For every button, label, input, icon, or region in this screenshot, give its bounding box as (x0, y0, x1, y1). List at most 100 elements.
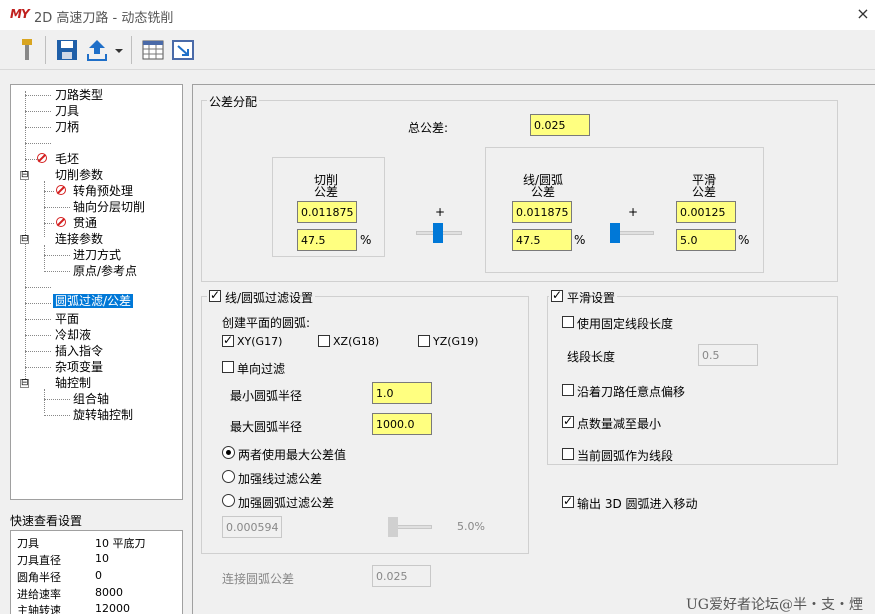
one-way-checkbox[interactable] (222, 361, 234, 373)
plus-label: + (435, 205, 446, 219)
tree-item-toolpath-type[interactable]: 刀路类型 (55, 88, 103, 102)
radio-both-max-label: 两者使用最大公差值 (238, 448, 347, 462)
close-button[interactable]: × (852, 2, 874, 26)
parameter-tree[interactable]: 刀路类型 刀具 刀柄 毛坯 ⊟ 切削参数 转角预处理 轴向分层切削 贯通 ⊟ 连… (10, 84, 183, 500)
output-3d-label: 输出 3D 圆弧进入移动 (577, 497, 698, 511)
tree-item-coolant[interactable]: 冷却液 (55, 328, 91, 342)
quickview-key: 刀具直径 (17, 554, 61, 567)
quickview-value: 12000 (95, 602, 130, 614)
tree-item-tool[interactable]: 刀具 (55, 104, 79, 118)
cut-line-arc-slider[interactable] (433, 223, 443, 243)
percent-label: % (574, 233, 586, 247)
quickview-label: 快速查看设置 (10, 514, 83, 528)
tree-item-axis-combination[interactable]: 组合轴 (73, 392, 109, 406)
tree-item-arc-filter[interactable]: 圆弧过滤/公差 (53, 294, 134, 308)
quickview-key: 圆角半径 (17, 571, 61, 584)
xy-label: XY(G17) (237, 335, 283, 348)
resize-icon[interactable] (170, 37, 196, 63)
tree-item-cut-params[interactable]: 切削参数 (55, 168, 103, 182)
tree-item-planes[interactable]: 平面 (55, 312, 79, 326)
title-bar: MY 2D 高速刀路 - 动态铣削 × (0, 0, 875, 30)
save-icon[interactable] (54, 37, 80, 63)
line-arc-tolerance-label: 线/圆弧 公差 (523, 173, 564, 199)
smooth-tolerance-input[interactable] (676, 201, 736, 223)
radio-both-max[interactable] (222, 446, 235, 459)
tree-item-linking[interactable]: 连接参数 (55, 232, 103, 246)
toolbar (0, 30, 875, 70)
connect-arc-tolerance-label: 连接圆弧公差 (222, 572, 295, 586)
collapse-icon[interactable]: ⊟ (20, 171, 29, 180)
offset-any-label: 沿着刀路任意点偏移 (577, 385, 686, 399)
output-3d-checkbox[interactable] (562, 494, 574, 508)
tree-item-depth-cuts[interactable]: 轴向分层切削 (73, 200, 145, 214)
offset-any-checkbox[interactable] (562, 384, 574, 396)
window-title: 2D 高速刀路 - 动态铣削 (34, 11, 174, 26)
total-tolerance-input[interactable] (530, 114, 590, 136)
line-arc-percent-input[interactable] (512, 229, 572, 251)
arc-filter-title: 线/圆弧过滤设置 (207, 289, 316, 306)
line-arc-tolerance-input[interactable] (512, 201, 572, 223)
min-radius-input[interactable] (372, 382, 432, 404)
percent-label: % (360, 233, 372, 247)
quickview-value: 10 (95, 552, 109, 565)
forbid-icon (37, 153, 47, 163)
tree-item-rotary-axis[interactable]: 旋转轴控制 (73, 408, 133, 422)
plus-label: + (628, 205, 639, 219)
forbid-icon (56, 217, 66, 227)
dropdown-icon[interactable] (113, 37, 125, 63)
tree-item-entry[interactable]: 进刀方式 (73, 248, 121, 262)
quickview-value: 8000 (95, 586, 123, 599)
tree-item-axis-control[interactable]: 轴控制 (55, 376, 91, 390)
reduce-points-label: 点数量减至最小 (577, 417, 662, 431)
table-icon[interactable] (140, 37, 166, 63)
tree-item-stock[interactable]: 毛坯 (55, 152, 79, 166)
xz-checkbox[interactable] (318, 335, 330, 347)
yz-label: YZ(G19) (433, 335, 479, 348)
forbid-icon (56, 185, 66, 195)
quickview-key: 主轴转速 (17, 604, 61, 614)
max-radius-input[interactable] (372, 413, 432, 435)
one-way-label: 单向过滤 (237, 362, 286, 376)
fixed-segment-label: 使用固定线段长度 (577, 317, 674, 331)
quickview-panel: 刀具 10 平底刀 刀具直径 10 圆角半径 0 进给速率 8000 主轴转速 … (10, 530, 183, 614)
filter-tolerance-input (222, 516, 282, 538)
cut-tolerance-label: 切削 公差 (314, 173, 339, 199)
tree-item-misc-values[interactable]: 杂项变量 (55, 360, 103, 374)
arc-filter-checkbox[interactable] (209, 288, 221, 302)
tree-item-break-through[interactable]: 贯通 (73, 216, 97, 230)
collapse-icon[interactable]: ⊟ (20, 379, 29, 388)
reduce-points-checkbox[interactable] (562, 414, 574, 428)
tool-icon[interactable] (14, 37, 40, 63)
min-radius-label: 最小圆弧半径 (230, 389, 303, 403)
quickview-value: 10 平底刀 (95, 537, 146, 550)
tree-item-canned-text[interactable]: 插入指令 (55, 344, 103, 358)
smooth-tolerance-label: 平滑 公差 (692, 173, 717, 199)
export-icon[interactable] (84, 37, 110, 63)
cut-percent-input[interactable] (297, 229, 357, 251)
xy-checkbox[interactable] (222, 333, 234, 347)
arc-smooth-slider[interactable] (610, 223, 620, 243)
tree-item-home[interactable]: 原点/参考点 (73, 264, 137, 278)
collapse-icon[interactable]: ⊟ (20, 235, 29, 244)
radio-arc-filter[interactable] (222, 494, 235, 507)
smoothing-checkbox[interactable] (551, 288, 563, 302)
smooth-percent-input[interactable] (676, 229, 736, 251)
arc-as-segment-checkbox[interactable] (562, 448, 574, 460)
arc-as-segment-label: 当前圆弧作为线段 (577, 449, 674, 463)
tree-item-corner-preprocess[interactable]: 转角预处理 (73, 184, 133, 198)
yz-checkbox[interactable] (418, 335, 430, 347)
max-radius-label: 最大圆弧半径 (230, 420, 303, 434)
tree-item-holder[interactable]: 刀柄 (55, 120, 79, 134)
segment-length-label: 线段长度 (567, 350, 616, 364)
quickview-value: 0 (95, 569, 102, 582)
connect-arc-tolerance-input (372, 565, 431, 587)
watermark: UG爱好者论坛@半・支・煙 (686, 597, 863, 613)
radio-line-filter[interactable] (222, 470, 235, 483)
segment-length-input (698, 344, 758, 366)
tolerance-group-title: 公差分配 (207, 93, 260, 110)
radio-line-filter-label: 加强线过滤公差 (238, 472, 323, 486)
fixed-segment-checkbox[interactable] (562, 316, 574, 328)
cut-tolerance-input[interactable] (297, 201, 357, 223)
filter-percent-label: 5.0% (457, 520, 485, 533)
radio-arc-filter-label: 加强圆弧过滤公差 (238, 496, 335, 510)
